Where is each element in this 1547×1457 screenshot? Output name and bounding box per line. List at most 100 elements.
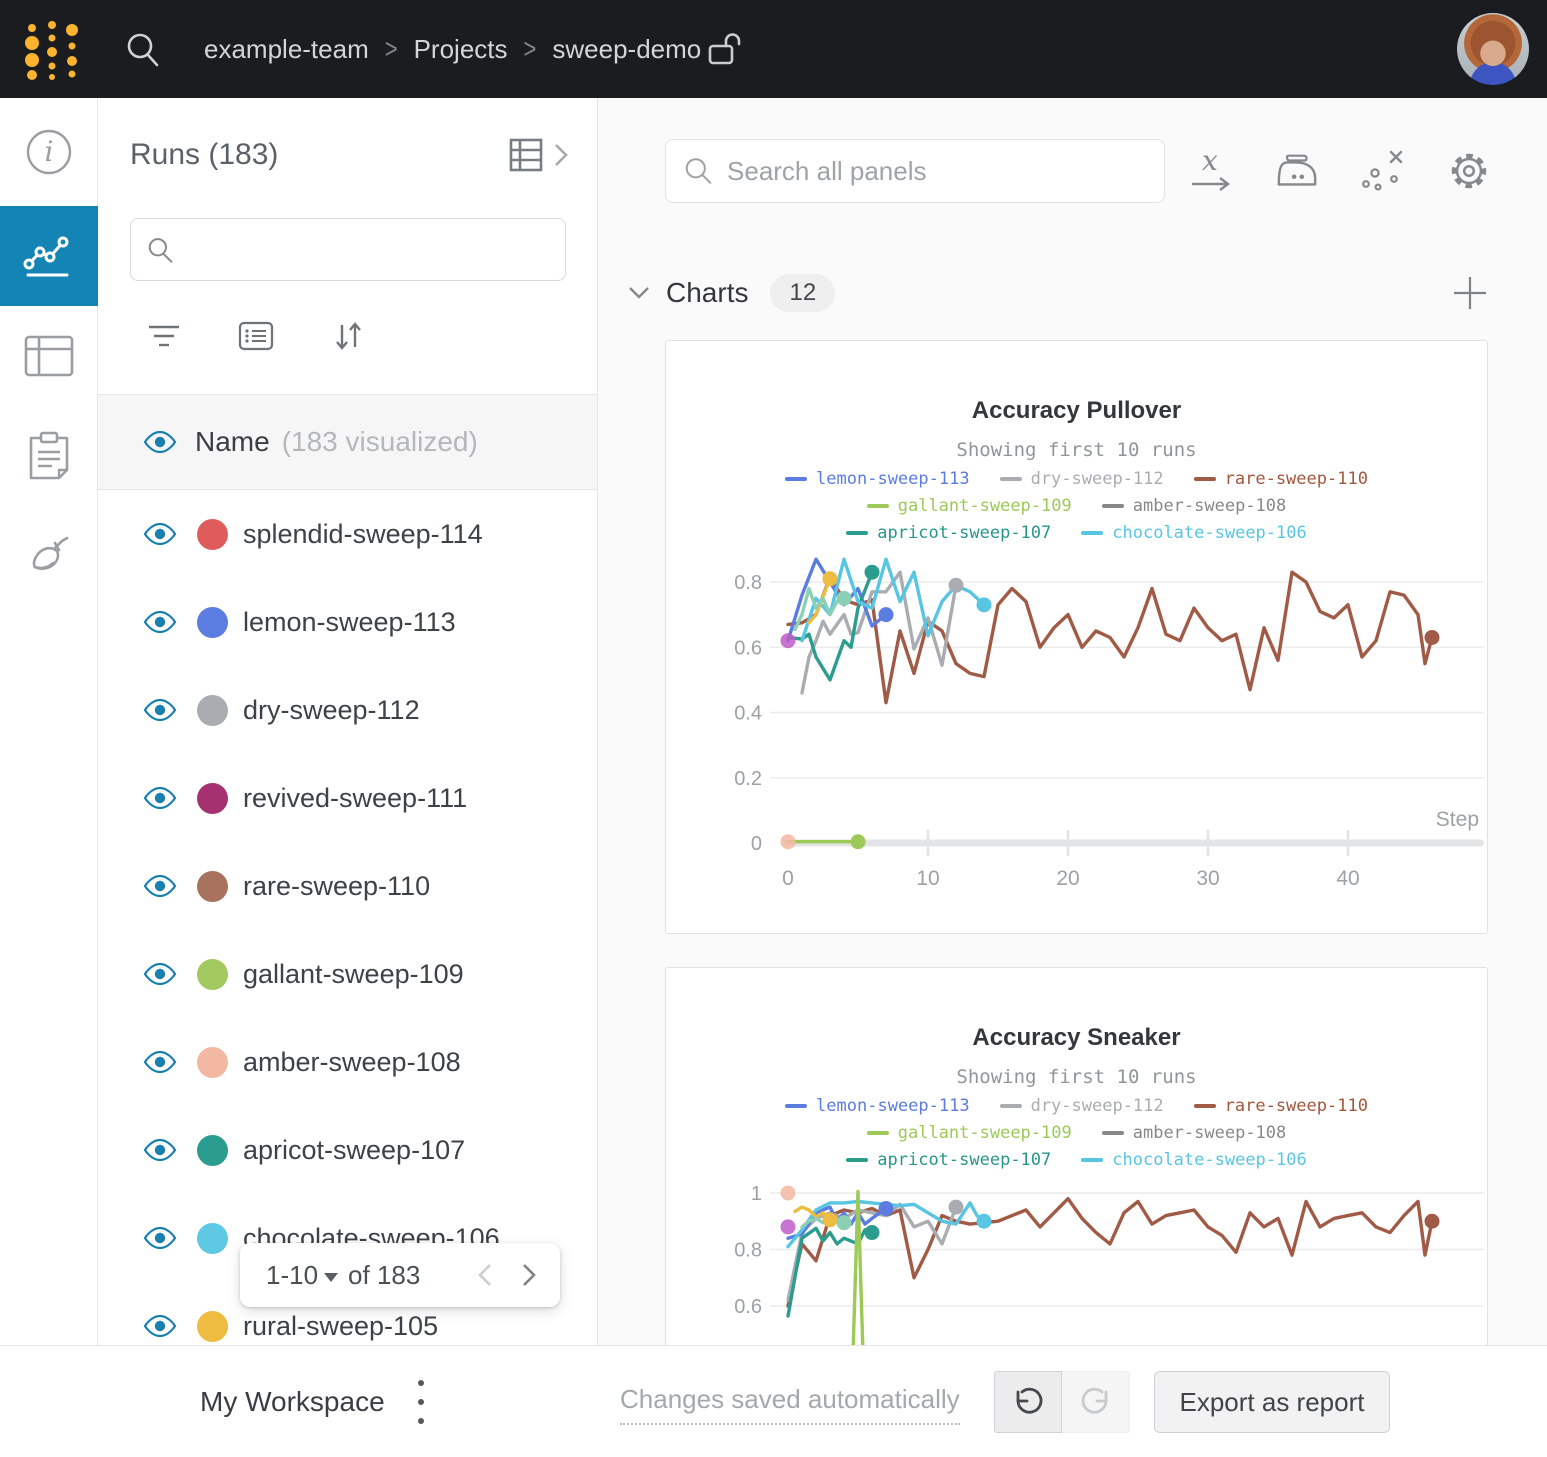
runs-panel: Runs (183) bbox=[98, 98, 598, 1345]
visibility-eye-icon[interactable] bbox=[143, 523, 177, 545]
panels-search-input[interactable] bbox=[727, 156, 1146, 187]
legend-item-chocolate-sweep-106[interactable]: chocolate-sweep-106 bbox=[1081, 523, 1306, 543]
legend-item-chocolate-sweep-106[interactable]: chocolate-sweep-106 bbox=[1081, 1150, 1306, 1170]
bottom-bar: My Workspace Changes saved automatically… bbox=[0, 1345, 1547, 1457]
run-color-dot bbox=[197, 1311, 228, 1342]
breadcrumb-item-Projects[interactable]: Projects bbox=[414, 34, 508, 65]
run-name[interactable]: splendid-sweep-114 bbox=[243, 519, 483, 550]
visibility-all-icon[interactable] bbox=[143, 431, 177, 453]
legend-line-swatch bbox=[867, 1131, 889, 1135]
breadcrumb-item-example-team[interactable]: example-team bbox=[204, 34, 369, 65]
run-name[interactable]: apricot-sweep-107 bbox=[243, 1135, 465, 1166]
run-color-dot bbox=[197, 1223, 228, 1254]
runs-pagination: 1-10 of 183 bbox=[240, 1243, 560, 1307]
filter-runs-button[interactable] bbox=[144, 316, 184, 356]
runs-search-box[interactable] bbox=[130, 218, 566, 281]
visibility-eye-icon[interactable] bbox=[143, 1139, 177, 1161]
expand-runs-table-button[interactable] bbox=[509, 138, 569, 172]
chart-panel-accuracy-sneaker[interactable]: Accuracy SneakerShowing first 10 runslem… bbox=[665, 967, 1488, 1345]
outliers-settings-button[interactable] bbox=[1361, 148, 1405, 194]
run-name[interactable]: rare-sweep-110 bbox=[243, 871, 430, 902]
nav-sweeps[interactable] bbox=[0, 506, 98, 606]
series-end-dot-rare-sweep-110 bbox=[1425, 1214, 1440, 1229]
legend-item-amber-sweep-108[interactable]: amber-sweep-108 bbox=[1102, 496, 1287, 516]
run-point-amber-sweep-108 bbox=[781, 1186, 796, 1201]
visibility-eye-icon[interactable] bbox=[143, 875, 177, 897]
visibility-eye-icon[interactable] bbox=[143, 1051, 177, 1073]
chevron-right-icon bbox=[553, 142, 569, 168]
nav-overview[interactable]: i bbox=[0, 98, 98, 206]
smoothing-settings-button[interactable] bbox=[1275, 148, 1319, 194]
run-color-dot bbox=[197, 1135, 228, 1166]
x-axis-settings-button[interactable]: x bbox=[1189, 148, 1233, 194]
run-row: splendid-sweep-114 bbox=[98, 490, 598, 578]
run-name[interactable]: dry-sweep-112 bbox=[243, 695, 420, 726]
undo-button[interactable] bbox=[994, 1371, 1062, 1433]
wandb-logo[interactable] bbox=[22, 16, 82, 82]
workspace-settings-button[interactable] bbox=[1447, 148, 1491, 194]
export-report-button[interactable]: Export as report bbox=[1154, 1371, 1390, 1433]
visibility-eye-icon[interactable] bbox=[143, 1227, 177, 1249]
chart-panel-accuracy-pullover[interactable]: Accuracy PulloverShowing first 10 runsle… bbox=[665, 340, 1488, 934]
run-point-revived-sweep-111 bbox=[781, 1219, 796, 1234]
workspace-name[interactable]: My Workspace bbox=[200, 1346, 385, 1457]
run-row: revived-sweep-111 bbox=[98, 754, 598, 842]
visibility-eye-icon[interactable] bbox=[143, 787, 177, 809]
chart-legend: lemon-sweep-113 dry-sweep-112 rare-sweep-1… bbox=[666, 465, 1487, 546]
workspace-menu-button[interactable] bbox=[408, 1380, 434, 1424]
visibility-eye-icon[interactable] bbox=[143, 611, 177, 633]
nav-reports[interactable] bbox=[0, 406, 98, 506]
legend-item-amber-sweep-108[interactable]: amber-sweep-108 bbox=[1102, 1123, 1287, 1143]
visualized-count: (183 visualized) bbox=[282, 426, 478, 458]
legend-item-rare-sweep-110[interactable]: rare-sweep-110 bbox=[1194, 1096, 1368, 1116]
runs-name-header[interactable]: Name (183 visualized) bbox=[98, 394, 598, 490]
legend-item-lemon-sweep-113[interactable]: lemon-sweep-113 bbox=[785, 469, 970, 489]
legend-line-swatch bbox=[1194, 477, 1216, 481]
legend-item-apricot-sweep-107[interactable]: apricot-sweep-107 bbox=[846, 523, 1051, 543]
run-name[interactable]: amber-sweep-108 bbox=[243, 1047, 461, 1078]
run-details-button[interactable] bbox=[236, 316, 276, 356]
chart-plot[interactable]: 00.20.40.60.8010203040Step bbox=[666, 546, 1487, 898]
redo-button[interactable] bbox=[1062, 1371, 1130, 1433]
visibility-eye-icon[interactable] bbox=[143, 699, 177, 721]
visibility-eye-icon[interactable] bbox=[143, 963, 177, 985]
legend-item-gallant-sweep-109[interactable]: gallant-sweep-109 bbox=[867, 1123, 1072, 1143]
legend-item-dry-sweep-112[interactable]: dry-sweep-112 bbox=[1000, 469, 1164, 489]
legend-item-gallant-sweep-109[interactable]: gallant-sweep-109 bbox=[867, 496, 1072, 516]
series-end-dot-lemon-sweep-113 bbox=[879, 1201, 894, 1216]
svg-text:40: 40 bbox=[1336, 867, 1359, 890]
nav-charts[interactable] bbox=[0, 206, 98, 306]
visibility-eye-icon[interactable] bbox=[143, 1315, 177, 1337]
panels-search-box[interactable] bbox=[665, 139, 1165, 203]
legend-item-rare-sweep-110[interactable]: rare-sweep-110 bbox=[1194, 469, 1368, 489]
legend-item-apricot-sweep-107[interactable]: apricot-sweep-107 bbox=[846, 1150, 1051, 1170]
run-name[interactable]: lemon-sweep-113 bbox=[243, 607, 456, 638]
user-avatar[interactable] bbox=[1457, 13, 1529, 85]
prev-page-button[interactable] bbox=[476, 1261, 494, 1289]
broom-icon bbox=[23, 530, 75, 582]
legend-item-lemon-sweep-113[interactable]: lemon-sweep-113 bbox=[785, 1096, 970, 1116]
legend-item-dry-sweep-112[interactable]: dry-sweep-112 bbox=[1000, 1096, 1164, 1116]
add-panel-button[interactable] bbox=[1451, 274, 1489, 312]
section-collapse-chevron[interactable] bbox=[628, 286, 650, 300]
runs-table-icon bbox=[509, 138, 549, 172]
nav-table[interactable] bbox=[0, 306, 98, 406]
run-row: apricot-sweep-107 bbox=[98, 1106, 598, 1194]
chart-legend: lemon-sweep-113 dry-sweep-112 rare-sweep-1… bbox=[666, 1092, 1487, 1173]
runs-search-input[interactable] bbox=[186, 236, 549, 264]
undo-icon bbox=[1011, 1386, 1045, 1418]
run-color-dot bbox=[197, 783, 228, 814]
run-name[interactable]: gallant-sweep-109 bbox=[243, 959, 464, 990]
global-search-icon[interactable] bbox=[124, 30, 162, 68]
breadcrumb-item-sweep-demo[interactable]: sweep-demo bbox=[552, 34, 701, 65]
next-page-button[interactable] bbox=[520, 1261, 538, 1289]
series-end-dot-chocolate-sweep-106 bbox=[977, 1214, 992, 1229]
autosave-status: Changes saved automatically bbox=[620, 1384, 960, 1425]
sort-runs-button[interactable] bbox=[328, 316, 368, 356]
run-name[interactable]: rural-sweep-105 bbox=[243, 1311, 438, 1342]
charts-section-title[interactable]: Charts bbox=[666, 277, 748, 309]
chart-plot[interactable]: 0.60.81 bbox=[666, 1173, 1487, 1345]
svg-text:0.8: 0.8 bbox=[734, 1240, 762, 1262]
run-name[interactable]: revived-sweep-111 bbox=[243, 783, 467, 814]
page-range-dropdown[interactable]: 1-10 bbox=[266, 1260, 338, 1291]
